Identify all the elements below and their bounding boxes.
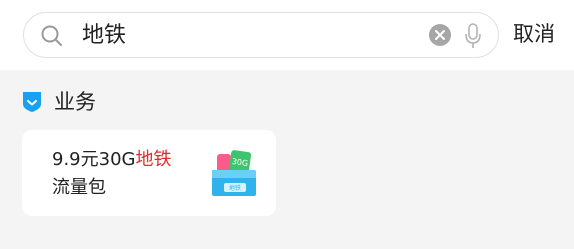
data-package-icon: 30G 地铁 [212,150,256,196]
card-title-highlight: 地铁 [135,149,172,170]
card-subtitle: 流量包 [52,177,106,198]
search-input[interactable]: 地铁 [23,12,499,58]
cancel-button[interactable]: 取消 [513,20,555,48]
search-icon [41,25,62,46]
card-title-prefix: 9.9元30G [52,149,136,170]
search-query-text: 地铁 [82,23,127,48]
section-header-business: 业务 [22,88,222,118]
section-title: 业务 [54,90,96,114]
package-label-text: 地铁 [229,184,241,192]
card-title: 9.9元30G地铁 [52,149,171,171]
shield-icon [23,92,41,112]
microphone-icon[interactable] [464,23,482,49]
top-bar: 地铁 取消 [0,0,574,70]
clear-icon[interactable] [429,24,451,46]
result-card-data-package[interactable]: 9.9元30G地铁 流量包 30G 地铁 [22,130,276,216]
